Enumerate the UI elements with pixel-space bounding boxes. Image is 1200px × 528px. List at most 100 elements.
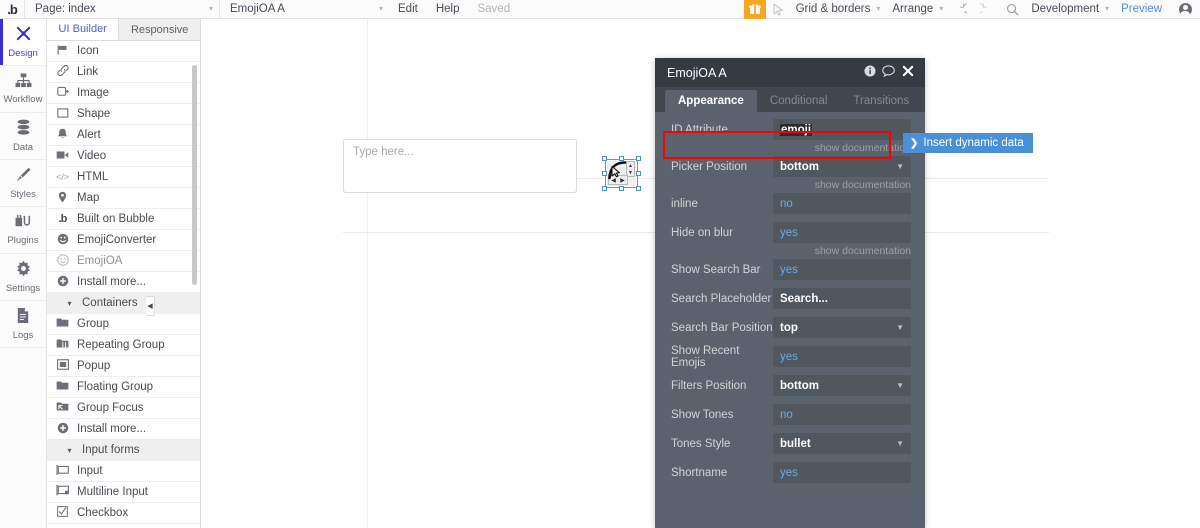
palette-item-label: Install more... xyxy=(77,276,147,288)
palette-item-label: Icon xyxy=(77,45,99,57)
bubble-icon: .b xyxy=(58,213,68,225)
search-placeholder-input[interactable]: Search... xyxy=(773,288,911,309)
tones-style-dropdown[interactable]: bullet ▼ xyxy=(773,433,911,454)
pointer-icon[interactable] xyxy=(766,0,792,19)
rail-item-design[interactable]: Design xyxy=(0,19,46,66)
property-label: Search Placeholder xyxy=(671,292,772,305)
palette-group-input-forms[interactable]: ▾ Input forms xyxy=(47,440,200,461)
show-documentation-link[interactable]: show documentation xyxy=(655,179,911,192)
rail-item-settings[interactable]: Settings xyxy=(0,254,46,301)
palette-item-install-more-containers[interactable]: Install more... xyxy=(47,419,200,440)
tab-transitions[interactable]: Transitions xyxy=(840,90,922,112)
resize-handle-w[interactable] xyxy=(602,171,607,176)
show-tones-value[interactable]: no xyxy=(773,404,911,425)
shortname-value[interactable]: yes xyxy=(773,462,911,483)
palette-item-label: Repeating Group xyxy=(77,339,165,351)
tab-appearance[interactable]: Appearance xyxy=(665,90,757,112)
palette-item-emojiconverter[interactable]: EmojiConverter xyxy=(47,230,200,251)
show-search-bar-value[interactable]: yes xyxy=(773,259,911,280)
development-selector[interactable]: Development ▾ xyxy=(1025,0,1113,19)
palette-item-label: HTML xyxy=(77,171,109,183)
chevron-down-icon: ▾ xyxy=(939,4,944,13)
palette-item-floating-group[interactable]: Floating Group xyxy=(47,377,200,398)
palette-item-shape[interactable]: Shape xyxy=(47,104,200,125)
rail-item-workflow[interactable]: Workflow xyxy=(0,66,46,113)
insert-dynamic-data-button[interactable]: ❯ Insert dynamic data xyxy=(903,133,1033,153)
undo-icon[interactable] xyxy=(947,0,973,19)
palette-item-repeating-group[interactable]: Repeating Group xyxy=(47,335,200,356)
close-icon[interactable] xyxy=(898,65,917,80)
info-icon[interactable] xyxy=(860,65,879,80)
bubble-logo-icon[interactable]: .b xyxy=(0,0,24,19)
hide-on-blur-value[interactable]: yes xyxy=(773,222,911,243)
plus-circle-icon xyxy=(56,422,69,437)
selected-element-body: ▲ ▼ ◀ ▶ xyxy=(607,161,636,186)
palette-item-alert[interactable]: Alert xyxy=(47,125,200,146)
picker-position-dropdown[interactable]: bottom ▼ xyxy=(773,156,911,177)
palette-item-emojioa[interactable]: EmojiOA xyxy=(47,251,200,272)
collapse-panel-icon[interactable]: ◀ xyxy=(146,296,155,316)
property-row-shortname: Shortname yes xyxy=(671,461,911,484)
palette-item-icon[interactable]: Icon xyxy=(47,41,200,62)
plugins-icon xyxy=(15,214,32,233)
left-nav-rail: Design Workflow Data Styles Plugins Sett… xyxy=(0,19,47,528)
palette-item-group-focus[interactable]: Group Focus xyxy=(47,398,200,419)
tab-ui-builder[interactable]: UI Builder xyxy=(47,19,120,40)
palette-item-checkbox[interactable]: Checkbox xyxy=(47,503,200,524)
palette-item-label: Alert xyxy=(77,129,101,141)
palette-item-list: Icon Link Image Shape Alert Video </> HT… xyxy=(47,41,200,528)
id-attribute-input[interactable]: emoji xyxy=(773,119,911,140)
resize-handle-nw[interactable] xyxy=(602,156,607,161)
show-documentation-link[interactable]: show documentation xyxy=(655,245,911,258)
help-menu[interactable]: Help xyxy=(427,0,469,19)
resize-handle-e[interactable] xyxy=(636,171,641,176)
comment-icon[interactable] xyxy=(879,65,898,80)
gift-icon[interactable] xyxy=(743,0,766,19)
filters-position-dropdown[interactable]: bottom ▼ xyxy=(773,375,911,396)
palette-item-map[interactable]: Map xyxy=(47,188,200,209)
design-icon xyxy=(15,25,32,46)
palette-item-image[interactable]: Image xyxy=(47,83,200,104)
property-row-id-attribute: ID Attribute emoji xyxy=(671,118,911,141)
redo-icon[interactable] xyxy=(973,0,999,19)
grid-borders-menu[interactable]: Grid & borders ▾ xyxy=(792,0,885,19)
palette-item-html[interactable]: </> HTML xyxy=(47,167,200,188)
canvas-selected-element[interactable]: ▲ ▼ ◀ ▶ xyxy=(602,156,641,191)
show-recent-emojis-value[interactable]: yes xyxy=(773,346,911,367)
palette-item-video[interactable]: Video xyxy=(47,146,200,167)
rail-item-styles[interactable]: Styles xyxy=(0,160,46,207)
property-editor-titlebar[interactable]: EmojiOA A xyxy=(655,58,925,87)
palette-item-input[interactable]: Input xyxy=(47,461,200,482)
arrange-menu[interactable]: Arrange ▾ xyxy=(884,0,947,19)
resize-handle-n[interactable] xyxy=(619,156,624,161)
resize-handle-sw[interactable] xyxy=(602,186,607,191)
inline-value[interactable]: no xyxy=(773,193,911,214)
tab-conditional[interactable]: Conditional xyxy=(757,90,841,112)
palette-group-containers[interactable]: ▾ Containers xyxy=(47,293,200,314)
chevron-down-icon: ▼ xyxy=(896,439,904,448)
resize-handle-se[interactable] xyxy=(636,186,641,191)
palette-item-built-on-bubble[interactable]: .b Built on Bubble xyxy=(47,209,200,230)
chevron-down-icon: ▾ xyxy=(208,4,213,13)
search-bar-position-dropdown[interactable]: top ▼ xyxy=(773,317,911,338)
show-documentation-link[interactable]: show documentation xyxy=(655,142,911,155)
canvas-multiline-input[interactable]: Type here... xyxy=(343,139,577,193)
palette-scrollbar[interactable] xyxy=(192,65,197,285)
palette-item-install-more-elements[interactable]: Install more... xyxy=(47,272,200,293)
avatar[interactable] xyxy=(1170,0,1200,19)
tab-responsive[interactable]: Responsive xyxy=(119,19,200,40)
edit-menu[interactable]: Edit xyxy=(389,0,427,19)
rail-item-logs[interactable]: Logs xyxy=(0,301,46,348)
resize-handle-s[interactable] xyxy=(619,186,624,191)
element-selector[interactable]: EmojiOA A ▾ xyxy=(219,0,389,19)
page-selector[interactable]: Page: index ▾ xyxy=(24,0,219,19)
palette-item-popup[interactable]: Popup xyxy=(47,356,200,377)
palette-item-group[interactable]: Group xyxy=(47,314,200,335)
resize-handle-ne[interactable] xyxy=(636,156,641,161)
palette-item-link[interactable]: Link xyxy=(47,62,200,83)
rail-item-plugins[interactable]: Plugins xyxy=(0,207,46,254)
search-icon[interactable] xyxy=(999,0,1025,19)
preview-button[interactable]: Preview xyxy=(1113,3,1170,15)
rail-item-data[interactable]: Data xyxy=(0,113,46,160)
palette-item-multiline-input[interactable]: Multiline Input xyxy=(47,482,200,503)
